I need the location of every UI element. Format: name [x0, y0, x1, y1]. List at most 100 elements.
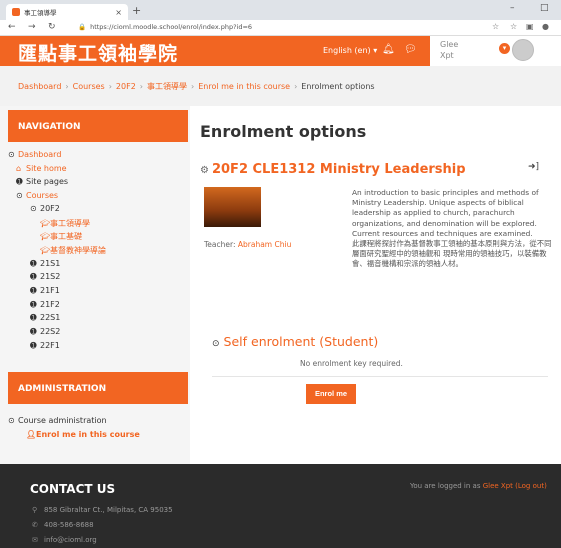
user-first-name: Glee: [440, 40, 459, 49]
star-icon[interactable]: ☆: [492, 22, 499, 31]
close-tab-icon[interactable]: ×: [115, 8, 122, 17]
expand-icon: ➊: [30, 286, 37, 295]
contact-title: CONTACT US: [30, 482, 116, 496]
admin-item-enrol-me[interactable]: 👤︎Enrol me in this course: [26, 430, 140, 439]
nav-item-21s1[interactable]: ➊ 21S1: [30, 259, 60, 268]
profile-icon[interactable]: ●: [542, 22, 549, 31]
url-field[interactable]: 🔒 https://cioml.moodle.school/enrol/index…: [78, 23, 252, 31]
breadcrumb: Dashboard › Courses › 20F2 › 事工領導學 › Enrol me in…: [18, 81, 375, 92]
course-title-text: 20F2 CLE1312 Ministry Leadership: [211, 162, 466, 177]
nav-item-course-2[interactable]: 🎓︎事工基礎: [40, 231, 82, 242]
divider: [212, 376, 548, 377]
course-summary: An introduction to basic principles and …: [352, 188, 554, 270]
administration-block-title: ADMINISTRATION: [8, 372, 188, 404]
nav-label: 事工基礎: [50, 232, 82, 241]
breadcrumb-dashboard[interactable]: Dashboard: [18, 82, 61, 91]
breadcrumb-category[interactable]: 20F2: [116, 82, 136, 91]
nav-item-course-1[interactable]: 🎓︎事工領導學: [40, 218, 90, 229]
nav-label: Dashboard: [18, 150, 62, 159]
map-marker-icon: ⚲: [32, 506, 38, 514]
breadcrumb-current: Enrolment options: [301, 82, 375, 91]
browser-tab[interactable]: 事工領導學 ×: [6, 4, 128, 20]
nav-label: 22S2: [40, 327, 61, 336]
expand-icon: ➊: [30, 341, 37, 350]
minimize-icon[interactable]: –: [510, 3, 515, 13]
nav-item-22s1[interactable]: ➊ 22S1: [30, 313, 60, 322]
chevron-down-icon[interactable]: ▾: [499, 43, 510, 54]
nav-label: 21F2: [40, 300, 60, 309]
main-content: Enrolment options ⚙ 20F2 CLE1312 Ministry…: [190, 106, 561, 464]
footer-address: ⚲ 858 Gibraltar Ct., Milpitas, CA 95035: [32, 506, 173, 514]
logout-link[interactable]: (Log out): [515, 482, 547, 490]
nav-item-21s2[interactable]: ➊ 21S2: [30, 272, 60, 281]
nav-item-site-home[interactable]: ⌂ Site home: [16, 164, 67, 173]
nav-label: 21S1: [40, 259, 61, 268]
breadcrumb-separator: ›: [65, 82, 69, 91]
nav-item-20f2[interactable]: ⊙ 20F2: [30, 204, 60, 213]
navigation-block-title: NAVIGATION: [8, 110, 188, 142]
reload-icon[interactable]: ↻: [48, 22, 56, 32]
graduation-cap-icon: 🎓︎: [40, 246, 51, 255]
new-tab-icon[interactable]: +: [132, 4, 141, 17]
nav-label: Enrol me in this course: [36, 430, 140, 439]
nav-label: Site home: [26, 164, 67, 173]
nav-item-22s2[interactable]: ➊ 22S2: [30, 327, 60, 336]
url-text: https://cioml.moodle.school/enrol/index.…: [90, 23, 253, 31]
user-last-name: Xpt: [440, 51, 454, 60]
nav-item-21f2[interactable]: ➊ 21F2: [30, 300, 60, 309]
breadcrumb-enrol[interactable]: Enrol me in this course: [198, 82, 290, 91]
envelope-icon: ✉: [32, 536, 38, 544]
nav-label: 事工領導學: [50, 219, 90, 228]
nav-label: Courses: [26, 191, 59, 200]
course-title[interactable]: ⚙ 20F2 CLE1312 Ministry Leadership: [200, 162, 466, 177]
footer-phone-text: 408-586-8688: [44, 521, 94, 529]
footer: CONTACT US ⚲ 858 Gibraltar Ct., Milpitas,…: [0, 464, 561, 548]
breadcrumb-courses[interactable]: Courses: [73, 82, 105, 91]
nav-item-courses[interactable]: ⊙ Courses: [16, 191, 58, 200]
favorites-icon[interactable]: ☆: [510, 22, 517, 31]
course-icon: ⚙: [200, 165, 209, 176]
maximize-icon[interactable]: □: [540, 3, 549, 13]
back-icon[interactable]: ←: [8, 22, 16, 32]
messages-icon[interactable]: 💬︎: [404, 44, 417, 55]
collections-icon[interactable]: ▣: [526, 22, 534, 31]
breadcrumb-separator: ›: [108, 82, 112, 91]
graduation-cap-icon: 🎓︎: [40, 219, 51, 228]
site-name[interactable]: 匯點事工領袖學院: [18, 39, 178, 66]
nav-item-21f1[interactable]: ➊ 21F1: [30, 286, 60, 295]
collapse-icon: ⊙: [8, 150, 15, 159]
nav-item-22f1[interactable]: ➊ 22F1: [30, 341, 60, 350]
avatar[interactable]: [512, 39, 534, 61]
nav-label: Site pages: [26, 177, 69, 186]
expand-icon: ➊: [30, 313, 37, 322]
admin-item-course-administration[interactable]: ⊙ Course administration: [8, 416, 107, 425]
collapse-icon: ⊙: [212, 339, 220, 349]
nav-item-dashboard[interactable]: ⊙ Dashboard: [8, 150, 61, 159]
logged-in-user-link[interactable]: Glee Xpt: [483, 482, 513, 490]
user-icon: 👤︎: [26, 430, 37, 439]
user-menu[interactable]: Glee Xpt ▾: [430, 36, 561, 66]
nav-item-course-3[interactable]: 🎓︎基督教神學導論: [40, 245, 106, 256]
breadcrumb-separator: ›: [139, 82, 143, 91]
enrol-me-button[interactable]: Enrol me: [306, 384, 356, 404]
expand-icon: ➊: [30, 259, 37, 268]
footer-email-text[interactable]: info@cioml.org: [44, 536, 97, 544]
site-favicon-icon: [12, 8, 20, 16]
collapse-icon: ⊙: [30, 204, 37, 213]
forward-icon[interactable]: →: [28, 22, 36, 32]
breadcrumb-separator: ›: [191, 82, 195, 91]
self-enrolment-heading[interactable]: ⊙ Self enrolment (Student): [212, 334, 378, 349]
footer-email: ✉ info@cioml.org: [32, 536, 97, 544]
user-name: Glee Xpt: [440, 39, 480, 61]
breadcrumb-course[interactable]: 事工領導學: [147, 82, 187, 91]
address-bar: ← → ↻ 🔒 https://cioml.moodle.school/enrol…: [0, 20, 561, 36]
notifications-bell-icon[interactable]: 🔔︎: [382, 44, 395, 55]
expand-icon: ➊: [30, 272, 37, 281]
teacher-line: Teacher: Abraham Chiu: [204, 240, 291, 249]
nav-item-site-pages[interactable]: ➊ Site pages: [16, 177, 68, 186]
graduation-cap-icon: 🎓︎: [40, 232, 51, 241]
language-menu[interactable]: English (en) ▾: [323, 46, 377, 55]
expand-icon: ➊: [30, 327, 37, 336]
tab-title: 事工領導學: [24, 9, 57, 17]
teacher-name-link[interactable]: Abraham Chiu: [238, 240, 291, 249]
